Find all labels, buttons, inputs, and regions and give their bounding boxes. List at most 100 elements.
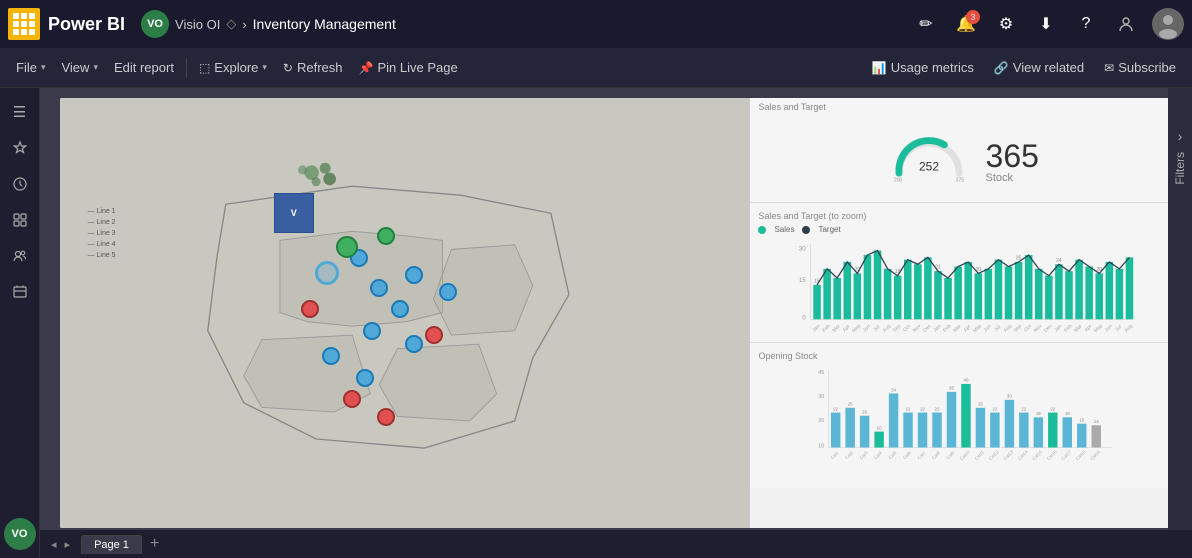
gauge-svg: 252 200 375 bbox=[884, 126, 974, 186]
svg-text:19: 19 bbox=[1065, 411, 1070, 416]
second-toolbar: File ▾ View ▾ Edit report ⬚ Explore ▾ ↻ … bbox=[0, 48, 1192, 88]
file-chevron: ▾ bbox=[41, 62, 46, 73]
svg-text:Jul: Jul bbox=[1115, 324, 1124, 333]
svg-text:Cat9: Cat9 bbox=[946, 450, 956, 460]
bell-button[interactable]: 🔔 3 bbox=[948, 6, 984, 42]
usage-label: Usage metrics bbox=[891, 60, 974, 75]
svg-text:Feb: Feb bbox=[943, 323, 953, 333]
svg-text:20: 20 bbox=[819, 418, 825, 424]
page-tab-1[interactable]: Page 1 bbox=[81, 535, 142, 554]
svg-text:Jan: Jan bbox=[933, 323, 943, 333]
view-related-label: View related bbox=[1013, 60, 1084, 75]
view-label: View bbox=[61, 60, 89, 75]
pin-live-page-button[interactable]: 📌 Pin Live Page bbox=[351, 56, 466, 79]
bottom-bar-section: Opening Stock 45 30 20 10 22Cat125Cat220… bbox=[750, 343, 1172, 488]
svg-text:45: 45 bbox=[819, 370, 825, 376]
view-related-button[interactable]: 🔗 View related bbox=[986, 56, 1092, 79]
sidebar-shared-icon[interactable] bbox=[4, 240, 36, 272]
gauge-container: 252 200 375 365 Stock bbox=[758, 126, 1164, 186]
tab-next[interactable]: ▸ bbox=[62, 536, 74, 553]
app-grid-button[interactable] bbox=[8, 8, 40, 40]
map-marker-blue-5[interactable] bbox=[439, 283, 457, 301]
download-button[interactable]: ⬇ bbox=[1028, 6, 1064, 42]
subscribe-button[interactable]: ✉ Subscribe bbox=[1096, 56, 1184, 79]
svg-text:Jul: Jul bbox=[994, 324, 1003, 333]
explore-chevron: ▾ bbox=[262, 62, 267, 73]
svg-text:Aug: Aug bbox=[1124, 323, 1135, 334]
svg-text:30: 30 bbox=[819, 394, 825, 400]
map-marker-blue-4[interactable] bbox=[405, 266, 423, 284]
canvas-area: V bbox=[40, 88, 1192, 558]
tab-prev[interactable]: ◂ bbox=[48, 536, 60, 553]
svg-text:Cat5: Cat5 bbox=[888, 450, 898, 460]
svg-text:Cat13: Cat13 bbox=[1003, 449, 1015, 461]
edit-report-button[interactable]: Edit report bbox=[106, 56, 182, 79]
svg-text:Cat17: Cat17 bbox=[1061, 449, 1073, 461]
svg-text:375: 375 bbox=[955, 178, 964, 184]
bar-chart-svg: 30 15 0 15JanFebMarApr20MayJunJulAug19Se… bbox=[758, 238, 1164, 338]
refresh-button[interactable]: ↻ Refresh bbox=[275, 56, 351, 79]
svg-text:Jun: Jun bbox=[862, 323, 872, 333]
report-canvas[interactable]: V bbox=[60, 98, 1172, 528]
user-badge: VO bbox=[141, 10, 169, 38]
view-menu[interactable]: View ▾ bbox=[53, 56, 105, 79]
svg-text:0: 0 bbox=[803, 314, 807, 321]
map-marker-blue-7[interactable] bbox=[363, 322, 381, 340]
svg-text:14: 14 bbox=[1094, 419, 1099, 424]
file-menu[interactable]: File ▾ bbox=[8, 56, 53, 79]
svg-text:10: 10 bbox=[877, 425, 882, 430]
svg-text:30: 30 bbox=[1007, 394, 1012, 399]
svg-text:34: 34 bbox=[892, 387, 897, 392]
sidebar-workspaces-icon[interactable] bbox=[4, 276, 36, 308]
filters-label[interactable]: Filters bbox=[1173, 152, 1187, 185]
filters-chevron-icon[interactable]: › bbox=[1178, 128, 1183, 144]
svg-text:22: 22 bbox=[993, 406, 998, 411]
pencil-button[interactable]: ✏ bbox=[908, 6, 944, 42]
svg-text:Jun: Jun bbox=[983, 323, 993, 333]
page-tab-nav: ◂ ▸ bbox=[48, 536, 73, 553]
tab-add-icon[interactable]: + bbox=[146, 535, 163, 553]
legend-target-label: Target bbox=[818, 225, 840, 234]
map-marker-blue-3[interactable] bbox=[370, 279, 388, 297]
share-button[interactable] bbox=[1108, 6, 1144, 42]
settings-button[interactable]: ⚙ bbox=[988, 6, 1024, 42]
svg-text:Aug: Aug bbox=[1003, 323, 1014, 334]
svg-text:252: 252 bbox=[919, 160, 939, 174]
user-sidebar-avatar[interactable]: VO bbox=[4, 518, 36, 550]
svg-text:15: 15 bbox=[1080, 417, 1085, 422]
map-marker-red-4[interactable] bbox=[377, 408, 395, 426]
bottom-bar-svg: 45 30 20 10 22Cat125Cat220Cat310Cat434Ca… bbox=[758, 365, 1164, 475]
svg-text:25: 25 bbox=[978, 402, 983, 407]
explore-menu[interactable]: ⬚ Explore ▾ bbox=[191, 56, 275, 79]
svg-text:Cat14: Cat14 bbox=[1017, 449, 1029, 461]
svg-text:May: May bbox=[973, 323, 984, 334]
svg-text:Cat2: Cat2 bbox=[845, 450, 855, 460]
svg-text:Cat10: Cat10 bbox=[959, 449, 971, 461]
map-marker-blue-8[interactable] bbox=[405, 335, 423, 353]
sidebar-favorites-icon[interactable] bbox=[4, 132, 36, 164]
svg-text:Cat12: Cat12 bbox=[988, 449, 1000, 461]
map-marker-red-3[interactable] bbox=[343, 390, 361, 408]
help-button[interactable]: ? bbox=[1068, 6, 1104, 42]
bottom-bar-title: Opening Stock bbox=[758, 351, 1164, 361]
sidebar-apps-icon[interactable] bbox=[4, 204, 36, 236]
visio-panel[interactable]: V bbox=[274, 193, 314, 233]
top-nav-right: ✏ 🔔 3 ⚙ ⬇ ? bbox=[908, 6, 1184, 42]
toolbar-separator-1 bbox=[186, 58, 187, 78]
usage-metrics-button[interactable]: 📊 Usage metrics bbox=[864, 56, 982, 79]
map-background: V bbox=[60, 98, 749, 528]
svg-text:Apr: Apr bbox=[963, 323, 973, 333]
sidebar-menu-icon[interactable]: ☰ bbox=[4, 96, 36, 128]
pin-label: Pin Live Page bbox=[377, 60, 457, 75]
sidebar-recent-icon[interactable] bbox=[4, 168, 36, 200]
svg-text:Cat15: Cat15 bbox=[1032, 449, 1044, 461]
map-marker-green-1[interactable] bbox=[336, 236, 358, 258]
svg-text:Cat16: Cat16 bbox=[1046, 449, 1058, 461]
page-tab-1-label: Page 1 bbox=[94, 539, 129, 551]
map-marker-blue-6[interactable] bbox=[391, 300, 409, 318]
top-navigation: Power BI VO Visio OI ◇ › Inventory Manag… bbox=[0, 0, 1192, 48]
user-avatar-button[interactable] bbox=[1152, 8, 1184, 40]
svg-text:20: 20 bbox=[863, 410, 868, 415]
svg-text:Aug: Aug bbox=[882, 323, 893, 334]
bar-chart-section: Sales and Target (to zoom) Sales Target … bbox=[750, 203, 1172, 343]
